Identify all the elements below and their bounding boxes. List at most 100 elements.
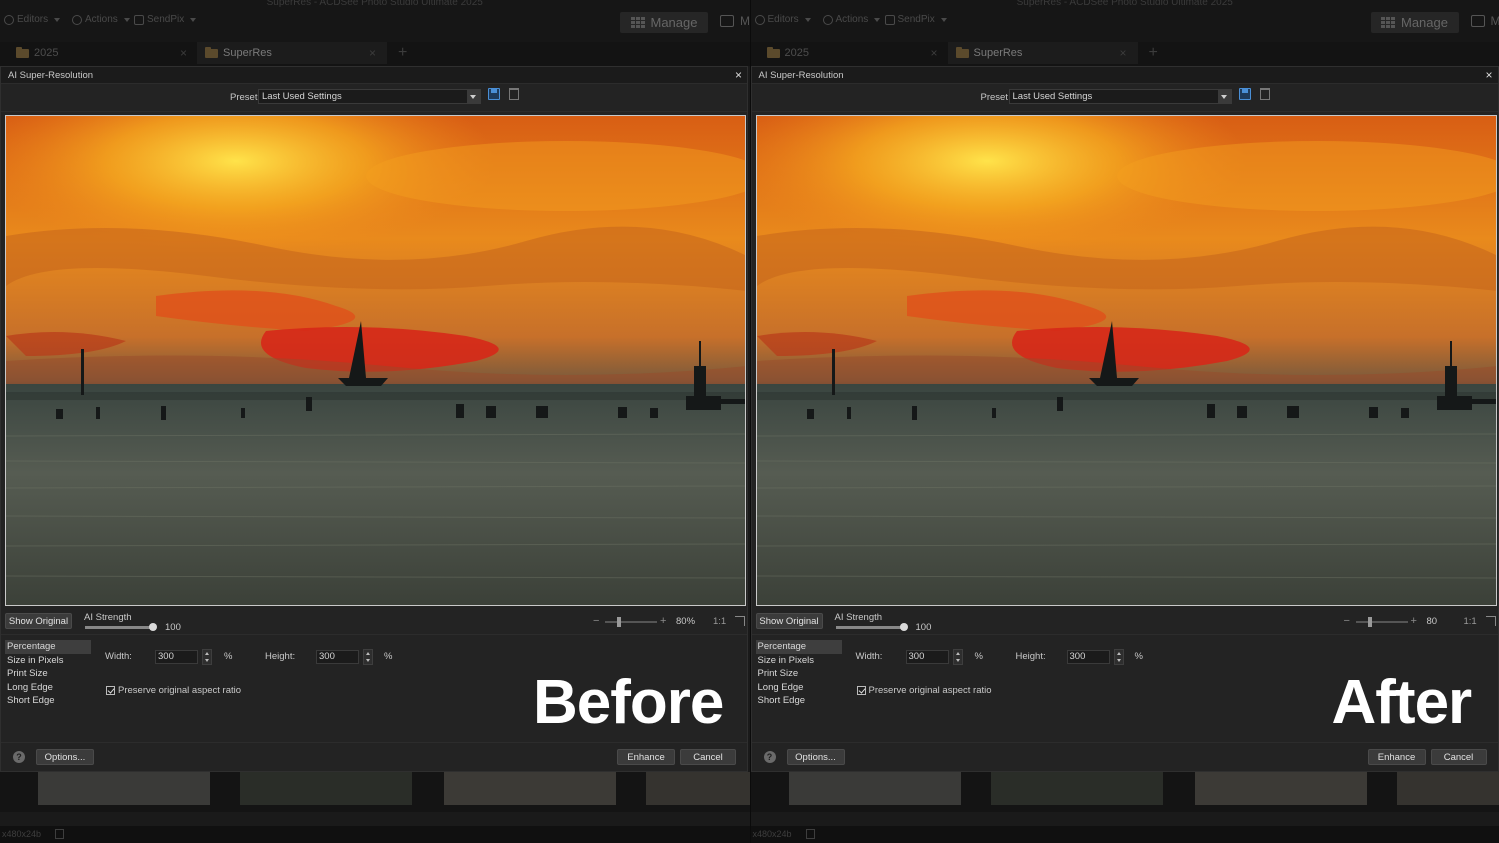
height-input[interactable]: 300 [1066,650,1110,664]
width-stepper[interactable] [202,649,212,665]
height-stepper[interactable] [1113,649,1124,665]
help-icon[interactable]: ? [763,751,776,763]
actions-menu[interactable]: Actions [822,14,881,25]
options-button[interactable]: Options... [786,749,845,765]
zoom-1-to-1-button[interactable]: 1:1 [1464,616,1477,627]
height-stepper[interactable] [363,649,373,665]
close-icon[interactable]: × [1120,46,1127,60]
fit-to-window-icon[interactable] [735,616,745,626]
thumbnail[interactable] [38,772,210,805]
tab-2025[interactable]: 2025 × [8,42,193,64]
preserve-aspect-checkbox[interactable] [856,686,866,695]
thumbnail[interactable] [444,772,616,805]
chevron-down-icon[interactable] [1217,90,1231,103]
resize-mode-item[interactable]: Print Size [756,667,842,681]
zoom-1-to-1-button[interactable]: 1:1 [713,616,726,627]
close-icon[interactable]: × [369,46,376,60]
new-tab-icon[interactable]: + [398,44,407,62]
thumbnail[interactable] [240,772,412,805]
cancel-button[interactable]: Cancel [680,749,736,765]
close-icon[interactable]: × [180,46,187,60]
preserve-aspect-checkbox[interactable] [106,686,115,695]
tab-label: SuperRes [223,47,272,59]
width-stepper[interactable] [952,649,963,665]
save-preset-icon[interactable] [1238,88,1251,100]
chevron-down-icon[interactable] [467,90,480,103]
fit-to-window-icon[interactable] [1485,616,1496,626]
chevron-down-icon [54,17,61,22]
resize-mode-item[interactable]: Short Edge [5,694,91,708]
tab-2025[interactable]: 2025 × [759,42,944,64]
manage-mode-button[interactable]: Manage [620,12,708,33]
resize-mode-item[interactable]: Short Edge [756,694,842,708]
zoom-out-icon[interactable]: − [1344,615,1350,627]
panel: SuperRes - ACDSee Photo Studio Ultimate … [749,0,1499,843]
manage-mode-button[interactable]: Manage [1370,12,1459,33]
show-original-button[interactable]: Show Original [5,613,72,629]
new-tab-icon[interactable]: + [1149,44,1158,62]
zoom-slider[interactable] [605,617,657,627]
resize-mode-item[interactable]: Long Edge [5,681,91,695]
height-input[interactable]: 300 [316,650,359,664]
delete-preset-icon[interactable] [509,88,519,100]
resize-mode-list: Percentage Size in Pixels Print Size Long E… [5,640,91,736]
preview-image[interactable] [5,115,746,606]
zoom-in-icon[interactable]: + [1411,615,1417,627]
zoom-handle[interactable] [1367,617,1372,627]
delete-preset-icon[interactable] [1259,88,1270,100]
resize-mode-item[interactable]: Print Size [5,667,91,681]
ai-strength-handle[interactable] [899,623,908,631]
chevron-down-icon [874,17,881,22]
tab-superres[interactable]: SuperRes × [197,42,387,64]
media-mode-icon[interactable] [720,15,734,27]
resize-mode-item[interactable]: Size in Pixels [5,654,91,668]
help-icon[interactable]: ? [13,751,25,763]
ai-strength-handle[interactable] [149,623,157,631]
sendpix-menu[interactable]: SendPix [134,14,197,25]
ai-strength-slider[interactable] [85,623,157,631]
resize-mode-item[interactable]: Size in Pixels [756,654,842,668]
sendpix-menu[interactable]: SendPix [884,14,947,25]
thumbnail[interactable] [1194,772,1367,805]
folder-icon [16,46,29,58]
cancel-button[interactable]: Cancel [1430,749,1487,765]
zoom-slider[interactable] [1355,617,1408,627]
close-icon[interactable]: × [931,46,938,60]
preview-image[interactable] [755,115,1497,606]
thumbnail[interactable] [1396,772,1499,805]
resize-mode-item[interactable]: Long Edge [756,681,842,695]
tab-superres[interactable]: SuperRes × [947,42,1138,64]
enhance-button[interactable]: Enhance [617,749,675,765]
zoom-in-icon[interactable]: + [660,615,666,627]
resize-mode-item[interactable]: Percentage [755,640,842,654]
show-original-button[interactable]: Show Original [755,613,823,629]
close-icon[interactable]: × [735,68,742,82]
tab-label: 2025 [784,47,809,59]
thumbnail[interactable] [990,772,1163,805]
width-input[interactable]: 300 [905,650,949,664]
close-icon[interactable]: × [1485,68,1492,82]
save-preset-icon[interactable] [488,88,500,100]
media-mode-icon[interactable] [1470,15,1485,27]
preset-label: Preset [980,92,1008,103]
resize-mode-item[interactable]: Percentage [5,640,91,654]
manage-label: Manage [650,15,698,30]
editors-menu[interactable]: Editors [4,14,61,25]
thumbnail[interactable] [788,772,961,805]
zoom-out-icon[interactable]: − [593,615,599,627]
editors-menu[interactable]: Editors [754,14,811,25]
dialog-titlebar: AI Super-Resolution × [1,67,747,84]
enhance-button[interactable]: Enhance [1367,749,1426,765]
zoom-handle[interactable] [617,617,621,627]
preset-dropdown[interactable]: Last Used Settings [258,89,481,104]
actions-menu[interactable]: Actions [72,14,130,25]
thumbnail[interactable] [646,772,750,805]
width-input[interactable]: 300 [155,650,198,664]
ai-strength-label: AI Strength [84,612,132,623]
dialog-footer: ? Options... Enhance Cancel [751,742,1498,772]
width-label: Width: [105,651,132,662]
options-button[interactable]: Options... [36,749,94,765]
ai-strength-slider[interactable] [835,623,908,631]
preset-dropdown[interactable]: Last Used Settings [1008,89,1232,104]
comparison-label: After [1331,668,1473,737]
